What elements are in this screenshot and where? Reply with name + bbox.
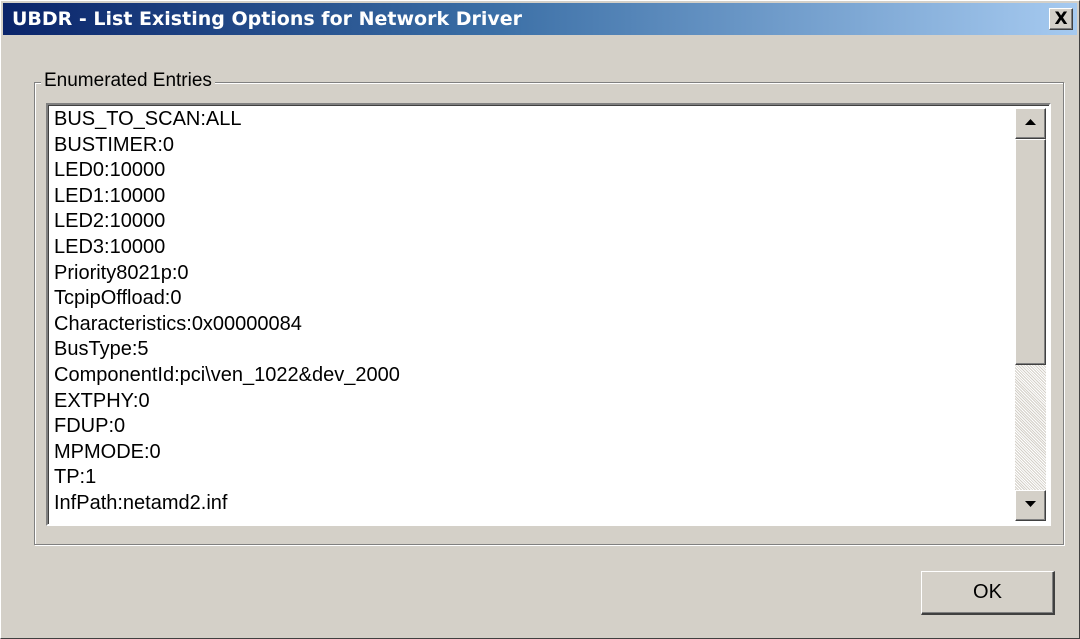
scroll-thumb[interactable] [1015,139,1046,365]
list-item[interactable]: MPMODE:0 [54,440,1014,466]
window-title: UBDR - List Existing Options for Network… [12,8,522,30]
list-item[interactable]: Priority8021p:0 [54,261,1014,287]
close-icon: X [1054,9,1068,29]
entries-listbox[interactable]: BUS_TO_SCAN:ALL BUSTIMER:0 LED0:10000 LE… [46,103,1051,526]
list-item[interactable]: BusType:5 [54,337,1014,363]
list-item[interactable]: ComponentId:pci\ven_1022&dev_2000 [54,363,1014,389]
list-item[interactable]: BUSTIMER:0 [54,133,1014,159]
vertical-scrollbar[interactable] [1015,108,1046,521]
dialog-window: UBDR - List Existing Options for Network… [0,0,1080,639]
list-item[interactable]: LED3:10000 [54,235,1014,261]
scroll-down-arrow-icon [1025,501,1036,507]
list-item[interactable]: EXTPHY:0 [54,389,1014,415]
list-item[interactable]: LED0:10000 [54,158,1014,184]
list-item[interactable]: TcpipOffload:0 [54,286,1014,312]
entries-list: BUS_TO_SCAN:ALL BUSTIMER:0 LED0:10000 LE… [54,107,1014,517]
ok-button[interactable]: OK [921,571,1055,615]
scroll-up-button[interactable] [1015,108,1046,139]
list-item[interactable]: FDUP:0 [54,414,1014,440]
list-item[interactable]: InfPath:netamd2.inf [54,491,1014,517]
list-item[interactable]: BUS_TO_SCAN:ALL [54,107,1014,133]
list-item[interactable]: Characteristics:0x00000084 [54,312,1014,338]
group-label: Enumerated Entries [41,69,215,93]
scroll-up-arrow-icon [1025,119,1036,125]
list-item[interactable]: LED1:10000 [54,184,1014,210]
title-bar[interactable]: UBDR - List Existing Options for Network… [3,3,1077,35]
scroll-down-button[interactable] [1015,490,1046,521]
list-item[interactable]: TP:1 [54,465,1014,491]
list-item[interactable]: LED2:10000 [54,209,1014,235]
close-button[interactable]: X [1049,8,1073,30]
